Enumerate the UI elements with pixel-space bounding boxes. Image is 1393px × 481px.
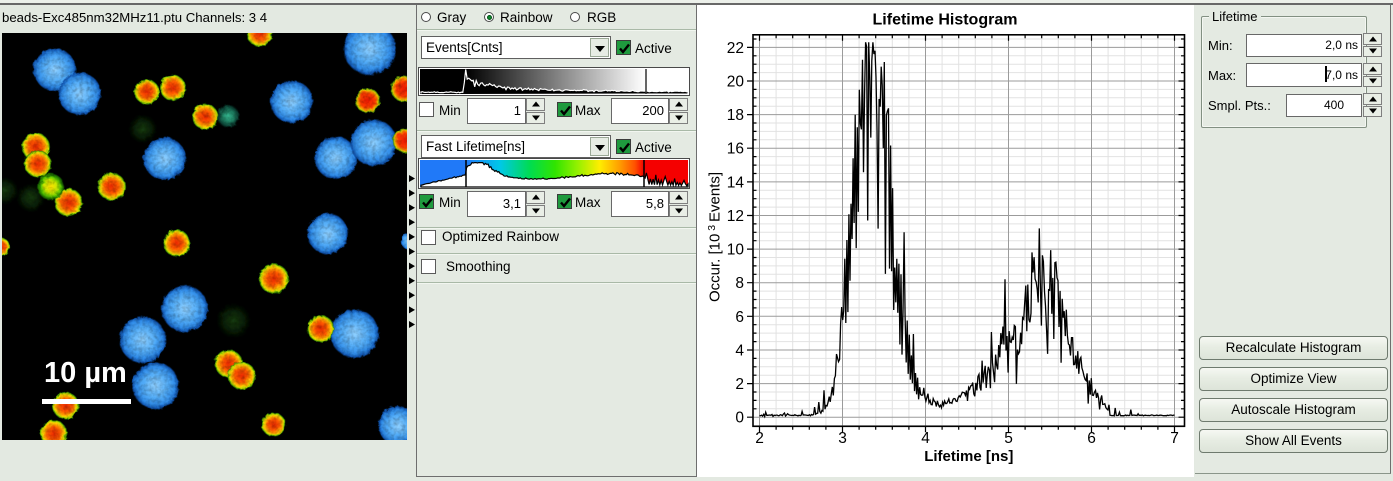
svg-text:Occur. [10 3 Events]: Occur. [10 3 Events] xyxy=(706,172,724,302)
svg-text:18: 18 xyxy=(727,107,744,124)
svg-text:6: 6 xyxy=(1087,430,1096,447)
svg-text:0: 0 xyxy=(735,410,744,427)
svg-text:10: 10 xyxy=(727,242,745,259)
svg-text:8: 8 xyxy=(735,275,744,292)
svg-text:10 µm: 10 µm xyxy=(44,357,127,389)
svg-text:20: 20 xyxy=(727,74,745,91)
svg-text:Lifetime [ns]: Lifetime [ns] xyxy=(924,448,1013,465)
svg-text:3: 3 xyxy=(838,430,847,447)
svg-text:2: 2 xyxy=(735,376,744,393)
svg-text:22: 22 xyxy=(727,40,744,57)
svg-text:6: 6 xyxy=(735,309,744,326)
svg-text:4: 4 xyxy=(921,430,930,447)
svg-text:14: 14 xyxy=(727,174,745,191)
svg-text:12: 12 xyxy=(727,208,744,225)
svg-text:7: 7 xyxy=(1170,430,1179,447)
svg-text:2: 2 xyxy=(755,430,764,447)
svg-text:5: 5 xyxy=(1004,430,1013,447)
svg-text:16: 16 xyxy=(727,141,744,158)
svg-text:4: 4 xyxy=(735,343,744,360)
svg-text:Lifetime Histogram: Lifetime Histogram xyxy=(873,12,1018,29)
